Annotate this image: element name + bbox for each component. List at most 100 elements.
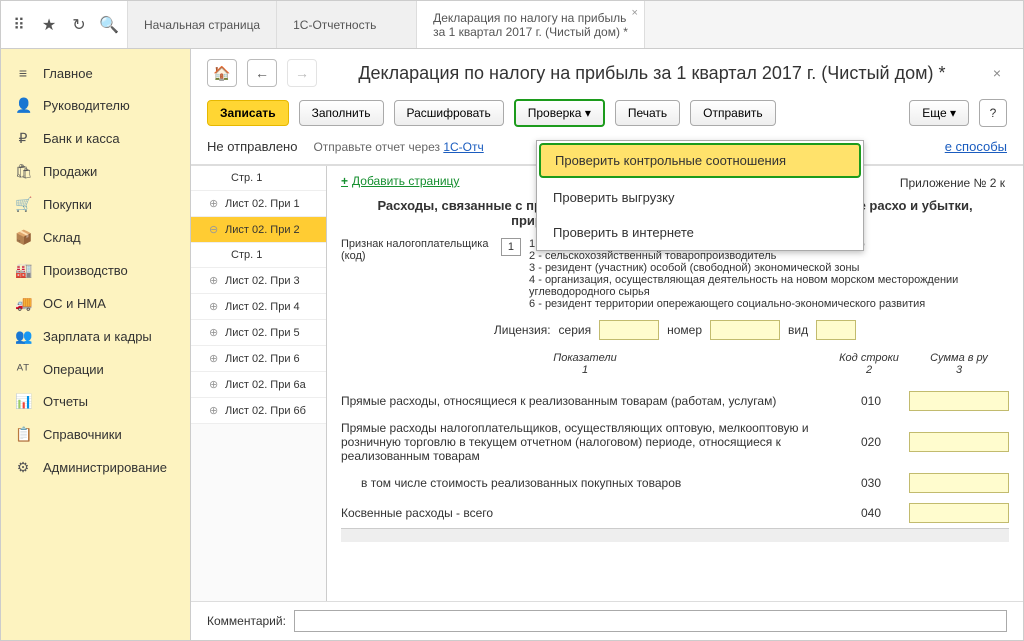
tree-item-selected[interactable]: ⊖Лист 02. При 2 bbox=[191, 217, 326, 243]
license-label: Лицензия: bbox=[494, 323, 551, 337]
tree-item[interactable]: ⊕Лист 02. При 4 bbox=[191, 294, 326, 320]
sidebar-item-label: Операции bbox=[43, 362, 104, 377]
expand-icon[interactable]: ⊕ bbox=[209, 378, 221, 391]
factory-icon: 🏭 bbox=[15, 262, 31, 279]
sidebar-item-label: Продажи bbox=[43, 164, 97, 179]
manager-icon: 👤 bbox=[15, 97, 31, 114]
dd-control-ratios[interactable]: Проверить контрольные соотношения bbox=[539, 143, 861, 178]
tree-item[interactable]: ⊕Лист 02. При 5 bbox=[191, 320, 326, 346]
people-icon: 👥 bbox=[15, 328, 31, 345]
history-icon[interactable]: ↻ bbox=[71, 17, 87, 33]
value-input[interactable] bbox=[909, 473, 1009, 493]
dd-internet[interactable]: Проверить в интернете bbox=[537, 215, 863, 250]
tree-item[interactable]: ⊕Лист 02. При 3 bbox=[191, 268, 326, 294]
sidebar-item-assets[interactable]: 🚚ОС и НМА bbox=[1, 287, 190, 320]
collapse-icon[interactable]: ⊖ bbox=[209, 223, 221, 236]
tree-page[interactable]: Стр. 1 bbox=[191, 243, 326, 268]
tree-page[interactable]: Стр. 1 bbox=[191, 166, 326, 191]
sidebar-item-purchases[interactable]: 🛒Покупки bbox=[1, 188, 190, 221]
more-button[interactable]: Еще ▾ bbox=[909, 100, 969, 126]
comment-label: Комментарий: bbox=[207, 614, 286, 628]
tab-reporting[interactable]: 1С-Отчетность bbox=[277, 1, 417, 48]
type-input[interactable] bbox=[816, 320, 856, 340]
series-input[interactable] bbox=[599, 320, 659, 340]
send-button[interactable]: Отправить bbox=[690, 100, 776, 126]
columns-header: Показатели1 Код строки2 Сумма в ру3 bbox=[341, 350, 1009, 386]
sidebar-item-sales[interactable]: 🛍 Продажи bbox=[1, 155, 190, 188]
tab-sublabel: за 1 квартал 2017 г. (Чистый дом) * bbox=[433, 25, 628, 39]
value-input[interactable] bbox=[909, 432, 1009, 452]
appendix-label: Приложение № 2 к bbox=[900, 176, 1009, 190]
write-button[interactable]: Записать bbox=[207, 100, 289, 126]
tab-declaration[interactable]: Декларация по налогу на прибыль за 1 ква… bbox=[417, 1, 645, 48]
box-icon: 📦 bbox=[15, 229, 31, 246]
truck-icon: 🚚 bbox=[15, 295, 31, 312]
star-icon[interactable]: ★ bbox=[41, 17, 57, 33]
tree-item[interactable]: ⊕Лист 02. При 6а bbox=[191, 372, 326, 398]
operations-icon: ᴬᵀ bbox=[15, 361, 31, 377]
sidebar-item-label: Справочники bbox=[43, 427, 122, 442]
add-page-link[interactable]: + Добавить страницу bbox=[341, 174, 459, 188]
sidebar-item-bank[interactable]: ₽ Банк и касса bbox=[1, 122, 190, 155]
tree-item[interactable]: ⊕Лист 02. При 6б bbox=[191, 398, 326, 424]
sidebar-item-production[interactable]: 🏭Производство bbox=[1, 254, 190, 287]
expand-icon[interactable]: ⊕ bbox=[209, 352, 221, 365]
status-label: Не отправлено bbox=[207, 139, 297, 154]
back-button[interactable]: ← bbox=[247, 59, 277, 87]
search-icon[interactable]: 🔍 bbox=[101, 17, 117, 33]
sidebar-item-admin[interactable]: ⚙Администрирование bbox=[1, 451, 190, 484]
sidebar-item-warehouse[interactable]: 📦Склад bbox=[1, 221, 190, 254]
status-hint: Отправьте отчет через 1С-Отч bbox=[313, 140, 483, 154]
number-input[interactable] bbox=[710, 320, 780, 340]
data-row: Прямые расходы налогоплательщиков, осуще… bbox=[341, 416, 1009, 468]
taxpayer-label: Признак налогоплательщика (код) bbox=[341, 238, 493, 262]
print-button[interactable]: Печать bbox=[615, 100, 680, 126]
type-label: вид bbox=[788, 323, 808, 337]
value-input[interactable] bbox=[909, 503, 1009, 523]
decode-button[interactable]: Расшифровать bbox=[394, 100, 504, 126]
tree-item[interactable]: ⊕Лист 02. При 6 bbox=[191, 346, 326, 372]
home-button[interactable]: 🏠 bbox=[207, 59, 237, 87]
tab-label: Начальная страница bbox=[144, 18, 260, 32]
sidebar: ≡Главное 👤Руководителю ₽ Банк и касса 🛍 Пр… bbox=[1, 49, 191, 640]
taxpayer-code[interactable]: 1 bbox=[501, 238, 521, 256]
help-button[interactable]: ? bbox=[979, 99, 1007, 127]
sidebar-item-label: Отчеты bbox=[43, 394, 88, 409]
expand-icon[interactable]: ⊕ bbox=[209, 326, 221, 339]
sidebar-item-catalogs[interactable]: 📋Справочники bbox=[1, 418, 190, 451]
forward-button[interactable]: → bbox=[287, 59, 317, 87]
comment-input[interactable] bbox=[294, 610, 1007, 632]
page-title: Декларация по налогу на прибыль за 1 ква… bbox=[327, 63, 977, 84]
other-ways-link[interactable]: е способы bbox=[945, 139, 1007, 154]
tab-label: Декларация по налогу на прибыль bbox=[433, 11, 628, 25]
gear-icon: ⚙ bbox=[15, 459, 31, 476]
close-doc-icon[interactable]: × bbox=[987, 65, 1007, 81]
tab-home[interactable]: Начальная страница bbox=[128, 1, 277, 48]
check-button[interactable]: Проверка ▾ bbox=[514, 99, 605, 127]
tabs: Начальная страница 1С-Отчетность Деклара… bbox=[128, 1, 1023, 48]
sidebar-item-hr[interactable]: 👥Зарплата и кадры bbox=[1, 320, 190, 353]
sidebar-item-label: Банк и касса bbox=[43, 131, 120, 146]
sidebar-item-manager[interactable]: 👤Руководителю bbox=[1, 89, 190, 122]
expand-icon[interactable]: ⊕ bbox=[209, 300, 221, 313]
ruble-icon: ₽ bbox=[15, 130, 31, 147]
menu-icon: ≡ bbox=[15, 65, 31, 81]
fill-button[interactable]: Заполнить bbox=[299, 100, 384, 126]
sales-icon: 🛍 bbox=[15, 163, 31, 180]
data-row: в том числе стоимость реализованных поку… bbox=[341, 468, 1009, 498]
sidebar-item-operations[interactable]: ᴬᵀ Операции bbox=[1, 353, 190, 385]
tree-item[interactable]: ⊕Лист 02. При 1 bbox=[191, 191, 326, 217]
value-input[interactable] bbox=[909, 391, 1009, 411]
dd-upload[interactable]: Проверить выгрузку bbox=[537, 180, 863, 215]
page-tree: Стр. 1 ⊕Лист 02. При 1 ⊖Лист 02. При 2 С… bbox=[191, 166, 327, 601]
reporting-link[interactable]: 1С-Отч bbox=[443, 140, 483, 154]
expand-icon[interactable]: ⊕ bbox=[209, 197, 221, 210]
horizontal-scrollbar[interactable] bbox=[341, 528, 1009, 542]
expand-icon[interactable]: ⊕ bbox=[209, 404, 221, 417]
sidebar-item-main[interactable]: ≡Главное bbox=[1, 57, 190, 89]
close-icon[interactable]: × bbox=[632, 7, 638, 19]
sidebar-item-reports[interactable]: 📊Отчеты bbox=[1, 385, 190, 418]
expand-icon[interactable]: ⊕ bbox=[209, 274, 221, 287]
apps-icon[interactable]: ⠿ bbox=[11, 17, 27, 33]
data-row: Косвенные расходы - всего040 bbox=[341, 498, 1009, 528]
